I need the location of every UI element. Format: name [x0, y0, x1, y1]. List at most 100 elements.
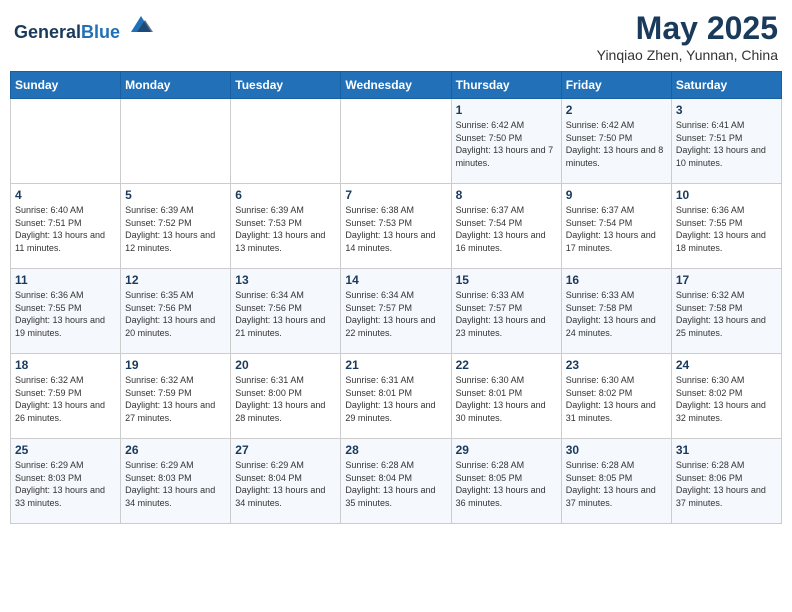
header: GeneralBlue May 2025 Yinqiao Zhen, Yunna…: [10, 10, 782, 63]
calendar-cell: 24 Sunrise: 6:30 AM Sunset: 8:02 PM Dayli…: [671, 354, 781, 439]
day-info: Sunrise: 6:33 AM Sunset: 7:57 PM Dayligh…: [456, 289, 557, 339]
calendar-cell: 8 Sunrise: 6:37 AM Sunset: 7:54 PM Daylig…: [451, 184, 561, 269]
day-info: Sunrise: 6:35 AM Sunset: 7:56 PM Dayligh…: [125, 289, 226, 339]
calendar-cell: 9 Sunrise: 6:37 AM Sunset: 7:54 PM Daylig…: [561, 184, 671, 269]
logo-text: GeneralBlue: [14, 10, 155, 43]
calendar: SundayMondayTuesdayWednesdayThursdayFrid…: [10, 71, 782, 524]
day-info: Sunrise: 6:31 AM Sunset: 8:01 PM Dayligh…: [345, 374, 446, 424]
calendar-cell: [11, 99, 121, 184]
weekday-header: Friday: [561, 72, 671, 99]
calendar-cell: 7 Sunrise: 6:38 AM Sunset: 7:53 PM Daylig…: [341, 184, 451, 269]
calendar-cell: 22Sunrise: 6:30 AM Sunset: 8:01 PM Dayli…: [451, 354, 561, 439]
day-info: Sunrise: 6:39 AM Sunset: 7:53 PM Dayligh…: [235, 204, 336, 254]
day-number: 18: [15, 358, 116, 372]
calendar-cell: 2 Sunrise: 6:42 AM Sunset: 7:50 PM Daylig…: [561, 99, 671, 184]
day-number: 13: [235, 273, 336, 287]
day-number: 26: [125, 443, 226, 457]
day-number: 11: [15, 273, 116, 287]
month-year: May 2025: [597, 10, 778, 47]
calendar-cell: 19 Sunrise: 6:32 AM Sunset: 7:59 PM Dayli…: [121, 354, 231, 439]
day-number: 14: [345, 273, 446, 287]
calendar-cell: 15 Sunrise: 6:33 AM Sunset: 7:57 PM Dayli…: [451, 269, 561, 354]
day-number: 30: [566, 443, 667, 457]
day-number: 20: [235, 358, 336, 372]
calendar-cell: 4 Sunrise: 6:40 AM Sunset: 7:51 PM Daylig…: [11, 184, 121, 269]
day-number: 31: [676, 443, 777, 457]
logo-icon: [127, 10, 155, 38]
day-info: Sunrise: 6:34 AM Sunset: 7:57 PM Dayligh…: [345, 289, 446, 339]
day-info: Sunrise: 6:42 AM Sunset: 7:50 PM Dayligh…: [566, 119, 667, 169]
calendar-cell: 20Sunrise: 6:31 AM Sunset: 8:00 PM Dayli…: [231, 354, 341, 439]
day-info: Sunrise: 6:33 AM Sunset: 7:58 PM Dayligh…: [566, 289, 667, 339]
day-info: Sunrise: 6:28 AM Sunset: 8:05 PM Dayligh…: [456, 459, 557, 509]
day-info: Sunrise: 6:32 AM Sunset: 7:58 PM Dayligh…: [676, 289, 777, 339]
day-number: 25: [15, 443, 116, 457]
calendar-cell: 25 Sunrise: 6:29 AM Sunset: 8:03 PM Dayli…: [11, 439, 121, 524]
day-number: 2: [566, 103, 667, 117]
weekday-header: Monday: [121, 72, 231, 99]
day-info: Sunrise: 6:30 AM Sunset: 8:01 PM Dayligh…: [456, 374, 557, 424]
day-number: 10: [676, 188, 777, 202]
day-number: 7: [345, 188, 446, 202]
day-info: Sunrise: 6:34 AM Sunset: 7:56 PM Dayligh…: [235, 289, 336, 339]
day-info: Sunrise: 6:29 AM Sunset: 8:03 PM Dayligh…: [15, 459, 116, 509]
calendar-cell: 30Sunrise: 6:28 AM Sunset: 8:05 PM Dayli…: [561, 439, 671, 524]
day-info: Sunrise: 6:36 AM Sunset: 7:55 PM Dayligh…: [676, 204, 777, 254]
logo: GeneralBlue: [14, 10, 155, 43]
weekday-header-row: SundayMondayTuesdayWednesdayThursdayFrid…: [11, 72, 782, 99]
calendar-cell: 11Sunrise: 6:36 AM Sunset: 7:55 PM Dayli…: [11, 269, 121, 354]
day-number: 29: [456, 443, 557, 457]
calendar-week-row: 1 Sunrise: 6:42 AM Sunset: 7:50 PM Daylig…: [11, 99, 782, 184]
day-number: 5: [125, 188, 226, 202]
calendar-cell: [121, 99, 231, 184]
day-info: Sunrise: 6:29 AM Sunset: 8:04 PM Dayligh…: [235, 459, 336, 509]
day-number: 17: [676, 273, 777, 287]
weekday-header: Thursday: [451, 72, 561, 99]
day-info: Sunrise: 6:28 AM Sunset: 8:04 PM Dayligh…: [345, 459, 446, 509]
day-info: Sunrise: 6:30 AM Sunset: 8:02 PM Dayligh…: [566, 374, 667, 424]
day-info: Sunrise: 6:37 AM Sunset: 7:54 PM Dayligh…: [456, 204, 557, 254]
calendar-cell: 12Sunrise: 6:35 AM Sunset: 7:56 PM Dayli…: [121, 269, 231, 354]
calendar-cell: 18Sunrise: 6:32 AM Sunset: 7:59 PM Dayli…: [11, 354, 121, 439]
weekday-header: Tuesday: [231, 72, 341, 99]
day-number: 4: [15, 188, 116, 202]
calendar-cell: 6 Sunrise: 6:39 AM Sunset: 7:53 PM Daylig…: [231, 184, 341, 269]
weekday-header: Sunday: [11, 72, 121, 99]
calendar-cell: 28 Sunrise: 6:28 AM Sunset: 8:04 PM Dayli…: [341, 439, 451, 524]
calendar-cell: 5 Sunrise: 6:39 AM Sunset: 7:52 PM Daylig…: [121, 184, 231, 269]
calendar-cell: 3 Sunrise: 6:41 AM Sunset: 7:51 PM Daylig…: [671, 99, 781, 184]
calendar-week-row: 4 Sunrise: 6:40 AM Sunset: 7:51 PM Daylig…: [11, 184, 782, 269]
day-number: 19: [125, 358, 226, 372]
day-number: 24: [676, 358, 777, 372]
day-number: 9: [566, 188, 667, 202]
day-number: 28: [345, 443, 446, 457]
calendar-cell: 17 Sunrise: 6:32 AM Sunset: 7:58 PM Dayli…: [671, 269, 781, 354]
calendar-cell: 1Sunrise: 6:42 AM Sunset: 7:50 PM Daylig…: [451, 99, 561, 184]
day-info: Sunrise: 6:41 AM Sunset: 7:51 PM Dayligh…: [676, 119, 777, 169]
day-info: Sunrise: 6:40 AM Sunset: 7:51 PM Dayligh…: [15, 204, 116, 254]
location: Yinqiao Zhen, Yunnan, China: [597, 47, 778, 63]
calendar-week-row: 11Sunrise: 6:36 AM Sunset: 7:55 PM Dayli…: [11, 269, 782, 354]
day-number: 21: [345, 358, 446, 372]
day-info: Sunrise: 6:37 AM Sunset: 7:54 PM Dayligh…: [566, 204, 667, 254]
day-info: Sunrise: 6:30 AM Sunset: 8:02 PM Dayligh…: [676, 374, 777, 424]
day-info: Sunrise: 6:39 AM Sunset: 7:52 PM Dayligh…: [125, 204, 226, 254]
day-number: 1: [456, 103, 557, 117]
calendar-cell: 21 Sunrise: 6:31 AM Sunset: 8:01 PM Dayli…: [341, 354, 451, 439]
calendar-week-row: 18 Sunrise: 6:32 AM Sunset: 7:59 PM Dayli…: [11, 354, 782, 439]
logo-general: General: [14, 22, 81, 42]
day-number: 23: [566, 358, 667, 372]
day-number: 16: [566, 273, 667, 287]
day-info: Sunrise: 6:32 AM Sunset: 7:59 PM Dayligh…: [125, 374, 226, 424]
title-area: May 2025 Yinqiao Zhen, Yunnan, China: [597, 10, 778, 63]
calendar-cell: 23 Sunrise: 6:30 AM Sunset: 8:02 PM Dayli…: [561, 354, 671, 439]
day-info: Sunrise: 6:38 AM Sunset: 7:53 PM Dayligh…: [345, 204, 446, 254]
day-number: 15: [456, 273, 557, 287]
day-number: 3: [676, 103, 777, 117]
calendar-cell: 31Sunrise: 6:28 AM Sunset: 8:06 PM Dayli…: [671, 439, 781, 524]
calendar-cell: 27Sunrise: 6:29 AM Sunset: 8:04 PM Dayli…: [231, 439, 341, 524]
day-number: 6: [235, 188, 336, 202]
day-number: 8: [456, 188, 557, 202]
calendar-cell: [231, 99, 341, 184]
day-info: Sunrise: 6:29 AM Sunset: 8:03 PM Dayligh…: [125, 459, 226, 509]
